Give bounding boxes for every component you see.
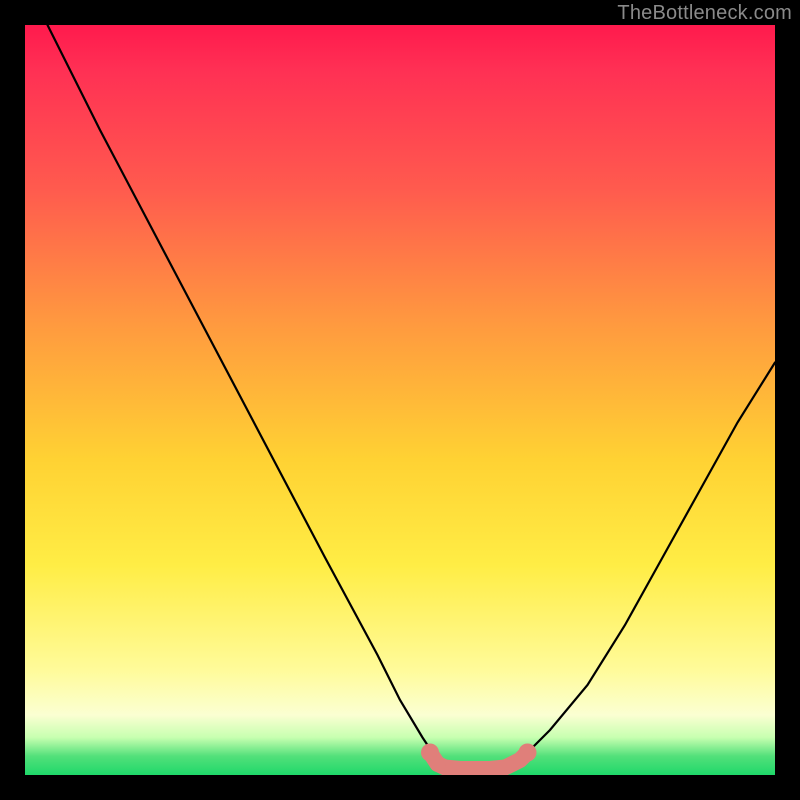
series-bottleneck-right-arm: [528, 363, 776, 753]
plot-area: [25, 25, 775, 775]
watermark-text: TheBottleneck.com: [617, 2, 792, 25]
marker-end-left-b: [430, 756, 446, 772]
marker-end-right: [519, 744, 537, 762]
marker-group: [421, 744, 537, 772]
series-group: [48, 25, 776, 760]
series-bottleneck-left-arm: [48, 25, 438, 760]
curve-layer: [25, 25, 775, 775]
chart-frame: TheBottleneck.com: [0, 0, 800, 800]
